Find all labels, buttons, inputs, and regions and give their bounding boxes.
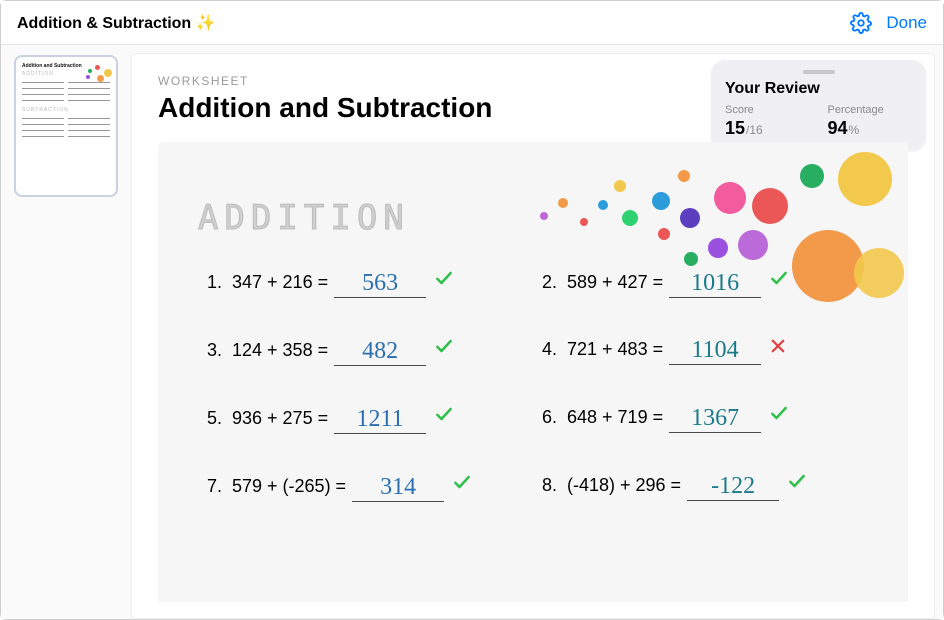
problem-grid: 1. 347 + 216 = 563 3. 124 + 358 = 482 5. 936 + … xyxy=(198,268,868,540)
problem-number: 6. xyxy=(533,407,557,428)
section-title: ADDITION xyxy=(198,198,410,238)
problem-row: 7. 579 + (-265) = 314 xyxy=(198,472,533,500)
problem-number: 7. xyxy=(198,476,222,497)
problem-expression: 579 + (-265) = xyxy=(232,476,346,497)
problem-number: 8. xyxy=(533,475,557,496)
main: Addition and Subtraction ADDITION SUBTRA… xyxy=(1,45,943,619)
worksheet-sheet: ADDITION 1. 347 + 216 = 563 3. 124 + 358 = 48… xyxy=(158,142,908,602)
problem-row: 3. 124 + 358 = 482 xyxy=(198,336,533,364)
check-icon xyxy=(452,472,472,492)
problem-number: 5. xyxy=(198,408,222,429)
score-label: Score xyxy=(725,104,810,116)
app-title: Addition & Subtraction ✨ xyxy=(17,13,216,33)
check-icon xyxy=(434,268,454,288)
answer-field[interactable]: 314 xyxy=(352,475,444,502)
answer-field[interactable]: 1016 xyxy=(669,271,761,298)
answer-field[interactable]: 563 xyxy=(334,271,426,298)
problem-expression: 936 + 275 = xyxy=(232,408,328,429)
problem-row: 4. 721 + 483 = 1104 xyxy=(533,336,868,363)
problem-number: 3. xyxy=(198,340,222,361)
answer-field[interactable]: 1104 xyxy=(669,338,761,365)
check-icon xyxy=(434,336,454,356)
check-icon xyxy=(787,471,807,491)
page-thumbnail[interactable]: Addition and Subtraction ADDITION SUBTRA… xyxy=(14,55,118,197)
content: WORKSHEET Addition and Subtraction Your … xyxy=(131,53,935,619)
drag-handle[interactable] xyxy=(803,70,835,74)
problem-number: 2. xyxy=(533,272,557,293)
problem-expression: 589 + 427 = xyxy=(567,272,663,293)
answer-field[interactable]: 1211 xyxy=(334,407,426,434)
problem-expression: 124 + 358 = xyxy=(232,340,328,361)
problem-row: 6. 648 + 719 = 1367 xyxy=(533,403,868,431)
cross-icon xyxy=(769,337,789,355)
score-value: 15/16 xyxy=(725,118,810,139)
percent-value: 94% xyxy=(828,118,913,139)
gear-icon[interactable] xyxy=(850,12,872,34)
problem-row: 1. 347 + 216 = 563 xyxy=(198,268,533,296)
done-button[interactable]: Done xyxy=(886,13,927,33)
percent-label: Percentage xyxy=(828,104,913,116)
problem-number: 1. xyxy=(198,272,222,293)
topbar: Addition & Subtraction ✨ Done xyxy=(1,1,943,45)
check-icon xyxy=(434,404,454,424)
problem-row: 5. 936 + 275 = 1211 xyxy=(198,404,533,432)
problem-expression: 721 + 483 = xyxy=(567,339,663,360)
problem-row: 8. (-418) + 296 = -122 xyxy=(533,471,868,499)
review-title: Your Review xyxy=(725,80,912,98)
problem-row: 2. 589 + 427 = 1016 xyxy=(533,268,868,296)
review-panel[interactable]: Your Review Score 15/16 Percentage 94% xyxy=(711,60,926,151)
sidebar: Addition and Subtraction ADDITION SUBTRA… xyxy=(1,45,131,619)
check-icon xyxy=(769,268,789,288)
answer-field[interactable]: -122 xyxy=(687,474,779,501)
answer-field[interactable]: 482 xyxy=(334,339,426,366)
problem-expression: 347 + 216 = xyxy=(232,272,328,293)
problem-expression: (-418) + 296 = xyxy=(567,475,681,496)
check-icon xyxy=(769,403,789,423)
answer-field[interactable]: 1367 xyxy=(669,406,761,433)
problem-number: 4. xyxy=(533,339,557,360)
problem-expression: 648 + 719 = xyxy=(567,407,663,428)
